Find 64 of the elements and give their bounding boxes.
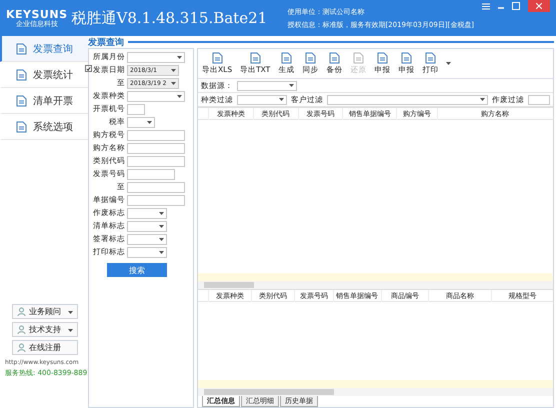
select-field[interactable] xyxy=(127,220,167,232)
document-icon xyxy=(304,52,316,64)
caret-icon xyxy=(159,238,164,240)
document-icon xyxy=(424,52,436,64)
input-field[interactable] xyxy=(127,194,185,206)
caret-icon xyxy=(279,98,284,101)
select-field[interactable] xyxy=(127,52,185,62)
close-button[interactable] xyxy=(528,0,550,12)
caret-icon xyxy=(289,84,294,87)
caret-icon xyxy=(159,250,164,254)
caret-icon xyxy=(159,212,164,214)
input-field[interactable] xyxy=(127,182,185,192)
caret-icon xyxy=(68,329,73,332)
document-icon xyxy=(400,52,412,64)
document-icon xyxy=(328,52,340,64)
document-icon xyxy=(280,52,292,64)
select-field[interactable] xyxy=(237,94,287,104)
document-icon xyxy=(352,52,364,64)
document-icon xyxy=(212,52,223,64)
close-icon xyxy=(536,3,542,9)
checkbox[interactable] xyxy=(85,65,92,72)
window-title: 税胜通V8.1.48.315.Bate21 xyxy=(72,8,268,28)
caret-icon xyxy=(159,224,164,228)
scrollbar-thumb[interactable] xyxy=(204,282,254,288)
menu-icon[interactable] xyxy=(482,2,490,10)
sidebar-item[interactable]: 发票查询 xyxy=(0,36,88,62)
input-field[interactable] xyxy=(127,168,175,180)
input-field[interactable] xyxy=(127,156,185,166)
caret-icon xyxy=(171,82,176,84)
document-icon xyxy=(16,94,27,106)
select-field[interactable] xyxy=(528,94,550,104)
support-button[interactable]: 在线注册 xyxy=(12,340,78,355)
document-icon xyxy=(250,52,261,64)
select-field[interactable] xyxy=(237,80,297,90)
person-icon xyxy=(17,325,26,334)
select-field[interactable] xyxy=(127,90,185,102)
section-title: 发票查询 xyxy=(88,36,124,48)
input-field[interactable] xyxy=(127,104,145,114)
select-field[interactable] xyxy=(127,208,167,218)
support-button[interactable]: 技术支持 xyxy=(12,322,78,337)
input-field[interactable] xyxy=(127,130,185,140)
document-icon xyxy=(16,42,27,54)
logo-text: KEYSUNS xyxy=(6,8,68,21)
person-icon xyxy=(17,343,26,352)
document-icon xyxy=(376,52,388,64)
caret-icon xyxy=(68,311,73,314)
select-field[interactable] xyxy=(127,246,167,258)
caret-icon xyxy=(480,98,485,101)
caret-icon xyxy=(171,68,176,72)
maximize-icon[interactable] xyxy=(512,2,520,10)
select-field[interactable] xyxy=(327,94,488,104)
caret-icon xyxy=(147,120,152,124)
caret-icon xyxy=(177,94,182,98)
caret-icon xyxy=(177,56,182,58)
person-icon xyxy=(17,307,26,316)
select-field[interactable] xyxy=(127,116,155,128)
document-icon xyxy=(16,68,27,80)
scrollbar-thumb[interactable] xyxy=(204,389,334,395)
input-field[interactable] xyxy=(127,142,185,154)
support-button[interactable]: 业务顾问 xyxy=(12,304,78,319)
select-field[interactable] xyxy=(127,234,167,244)
search-button[interactable]: 搜索 xyxy=(107,263,167,277)
caret-icon xyxy=(446,62,452,64)
document-icon xyxy=(16,120,27,132)
